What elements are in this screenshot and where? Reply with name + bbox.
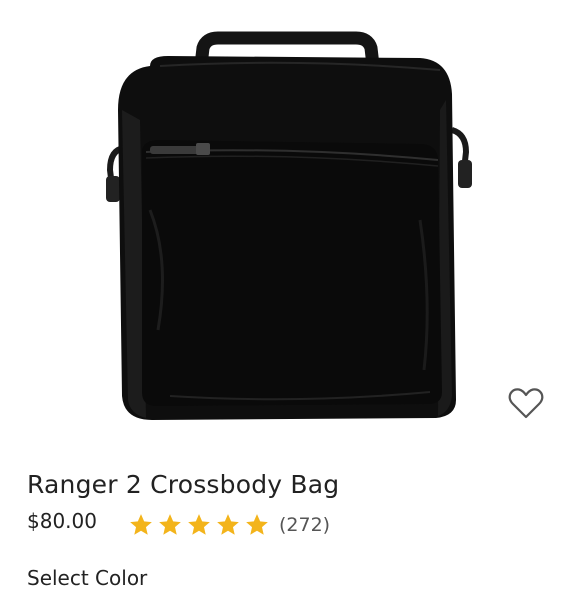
wishlist-button[interactable] <box>506 386 546 422</box>
review-count[interactable]: (272) <box>279 514 330 536</box>
star-icon <box>130 514 152 535</box>
star-icon <box>159 514 181 535</box>
bag-illustration <box>106 31 472 420</box>
star-icon <box>246 514 268 535</box>
star-icon <box>217 514 239 535</box>
product-image[interactable] <box>0 0 580 448</box>
rating-stars <box>128 512 270 538</box>
product-title: Ranger 2 Crossbody Bag <box>27 470 340 499</box>
star-icon <box>188 514 210 535</box>
product-rating[interactable]: (272) <box>128 510 330 540</box>
select-color-label: Select Color <box>27 566 148 590</box>
product-price: $80.00 <box>27 509 97 533</box>
heart-outline-icon <box>508 388 544 419</box>
